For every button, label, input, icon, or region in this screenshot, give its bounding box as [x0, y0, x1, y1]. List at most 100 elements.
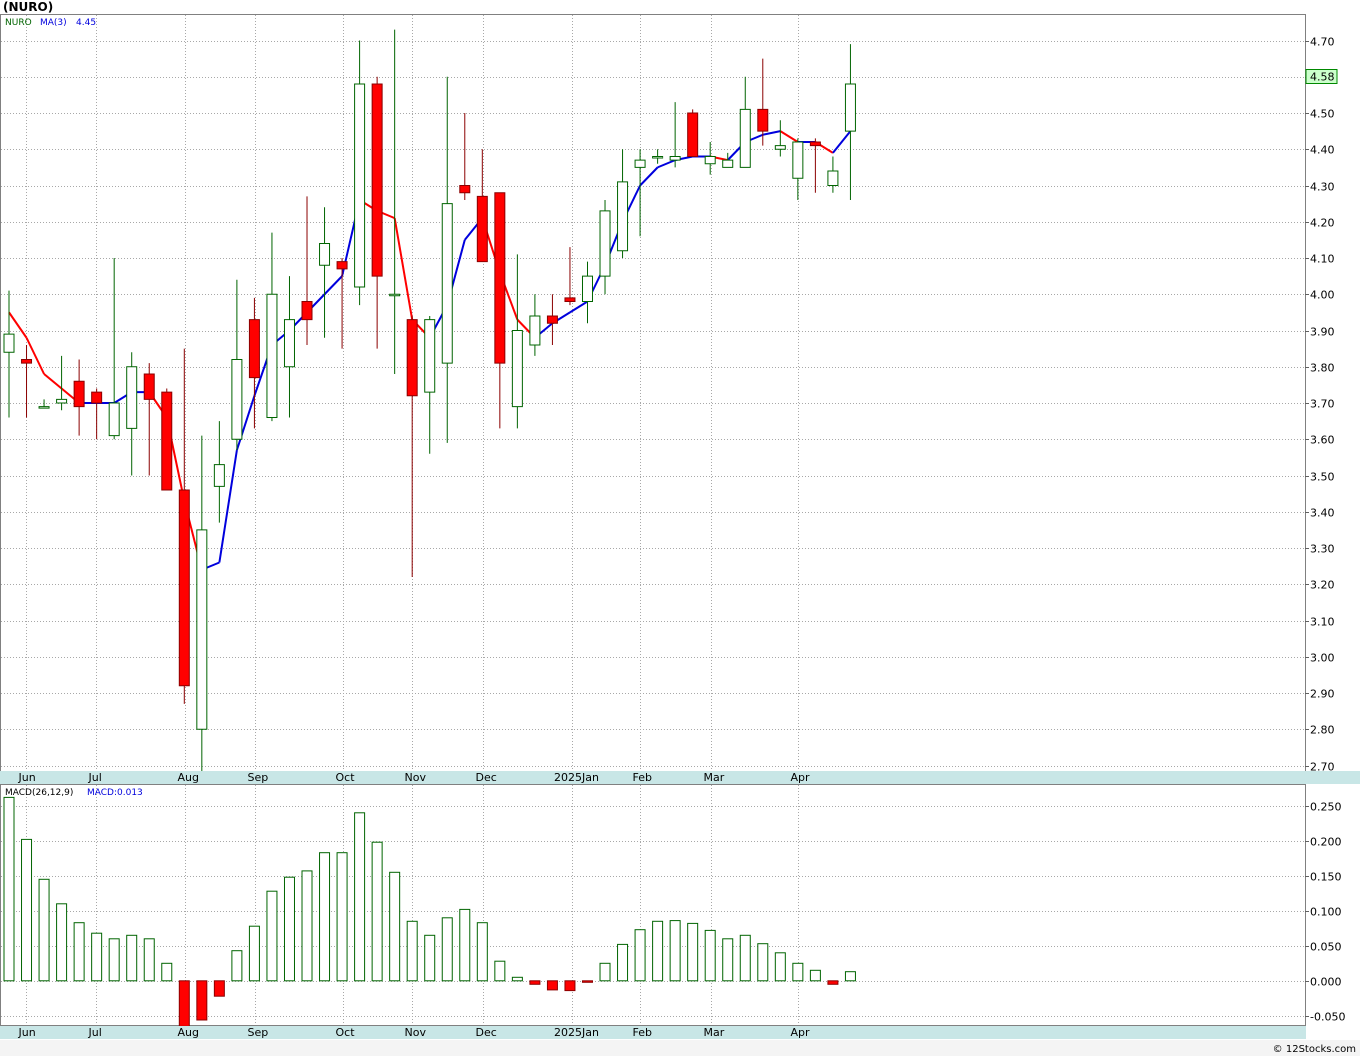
candle-body: [722, 159, 734, 168]
candle-body: [91, 391, 103, 404]
macd-bar: [354, 812, 366, 982]
price-tick-label: 3.10: [1310, 616, 1335, 629]
candle-body: [546, 315, 558, 324]
price-tick-label: 4.70: [1310, 36, 1335, 49]
month-label: Jul: [88, 1026, 102, 1039]
macd-bar: [809, 969, 821, 982]
month-label: 2025Jan: [554, 771, 599, 784]
candle-body: [108, 402, 120, 437]
candle-body: [441, 203, 453, 364]
month-label: Nov: [405, 771, 427, 784]
footer-band: [0, 1040, 1360, 1056]
last-price-badge: 4.58: [1310, 71, 1335, 84]
symbol-title: (NURO): [3, 0, 53, 14]
macd-tick-label: 0.150: [1310, 871, 1342, 884]
month-label: Nov: [405, 1026, 427, 1039]
candle-body: [319, 243, 331, 266]
price-tick-label: 3.60: [1310, 434, 1335, 447]
candle-body: [669, 156, 681, 161]
candle-body: [476, 195, 488, 263]
macd-bar: [126, 934, 138, 982]
macd-bar: [459, 908, 471, 982]
price-tick-label: 3.30: [1310, 543, 1335, 556]
candle: [161, 388, 173, 491]
price-tick-label: 3.20: [1310, 579, 1335, 592]
candle-body: [231, 359, 243, 440]
price-tick-label: 3.50: [1310, 471, 1335, 484]
month-label: Aug: [178, 771, 199, 784]
price-tick-label: 2.90: [1310, 688, 1335, 701]
candle-body: [283, 319, 295, 368]
candle-body: [739, 108, 751, 168]
price-tick-label: 3.40: [1310, 507, 1335, 520]
macd-tick-label: 0.250: [1310, 801, 1342, 814]
month-label: Dec: [476, 771, 497, 784]
month-label: Aug: [178, 1026, 199, 1039]
macd-bar: [599, 962, 611, 982]
candle-body: [704, 156, 716, 165]
macd-bar: [178, 980, 190, 1027]
ma-value: 4.45: [76, 18, 96, 28]
macd-bar: [3, 796, 15, 982]
macd-bar: [529, 980, 541, 985]
month-label: Sep: [248, 771, 269, 784]
macd-bar: [336, 852, 348, 982]
month-label: Dec: [476, 1026, 497, 1039]
macd-panel-frame: [0, 784, 1306, 1026]
candle-body: [774, 145, 786, 150]
macd-bar: [283, 876, 295, 982]
candle-body: [38, 406, 50, 409]
candle-body: [564, 297, 576, 302]
chart-canvas: (NURO) 2.702.802.903.003.103.203.303.403…: [0, 0, 1360, 1056]
macd-bar: [213, 980, 225, 997]
month-label: Apr: [791, 1026, 811, 1039]
candle-body: [126, 366, 138, 429]
candle-body: [143, 373, 155, 400]
candle-body: [617, 181, 629, 252]
macd-bar: [687, 922, 699, 982]
candle-body: [213, 464, 225, 487]
candle-body: [687, 112, 699, 157]
candle-body: [652, 156, 664, 159]
macd-bar: [757, 943, 769, 982]
candle-body: [494, 192, 506, 364]
price-tick-label: 3.00: [1310, 652, 1335, 665]
macd-bar: [546, 980, 558, 991]
macd-tick-label: 0.100: [1310, 906, 1342, 919]
ticker-label: NURO: [5, 18, 32, 28]
candle-body: [354, 83, 366, 288]
candle-body: [827, 170, 839, 186]
candle-body: [809, 141, 821, 147]
macd-value-label: MACD:0.013: [87, 788, 143, 798]
price-tick-label: 3.80: [1310, 362, 1335, 375]
macd-bar: [511, 976, 523, 982]
macd-bar: [91, 932, 103, 982]
month-label: Mar: [704, 1026, 725, 1039]
macd-bar: [634, 929, 646, 982]
macd-bar: [494, 960, 506, 982]
macd-bar: [652, 920, 664, 982]
macd-bar: [424, 934, 436, 982]
macd-bar: [196, 980, 208, 1021]
macd-bar: [476, 922, 488, 982]
macd-bar: [301, 870, 313, 982]
month-label: Jun: [18, 771, 36, 784]
candle-body: [371, 83, 383, 277]
candle-body: [511, 330, 523, 408]
macd-bar: [248, 925, 260, 982]
macd-bar: [564, 980, 576, 992]
candle-body: [73, 380, 85, 408]
macd-tick-label: 0.200: [1310, 836, 1342, 849]
candle-body: [599, 210, 611, 277]
candle: [687, 109, 699, 157]
macd-bar: [319, 852, 331, 982]
month-label: Feb: [633, 1026, 652, 1039]
macd-bar: [231, 950, 243, 982]
price-tick-label: 4.00: [1310, 289, 1335, 302]
price-tick-label: 4.20: [1310, 217, 1335, 230]
candle-body: [196, 529, 208, 730]
candle-body: [389, 293, 401, 297]
month-label: Sep: [248, 1026, 269, 1039]
macd-tick-label: 0.000: [1310, 976, 1342, 989]
macd-bar: [389, 871, 401, 982]
